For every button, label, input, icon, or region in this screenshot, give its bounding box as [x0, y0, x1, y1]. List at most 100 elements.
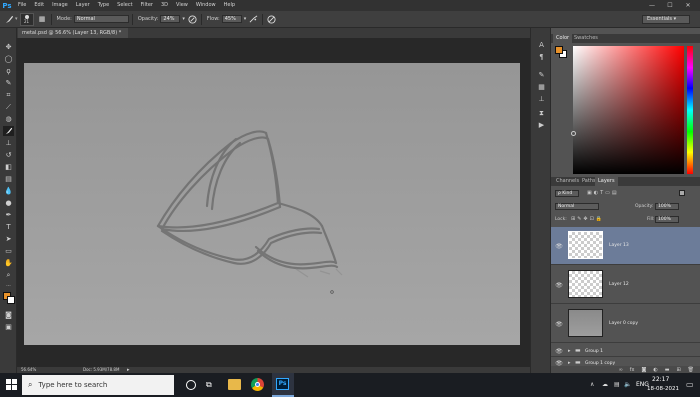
path-selection-tool-icon[interactable]: ➤: [3, 234, 14, 244]
flow-input[interactable]: 45%: [221, 15, 242, 23]
history-brush-tool-icon[interactable]: ↺: [3, 150, 14, 160]
adjustment-layer-icon[interactable]: ◐: [653, 367, 657, 373]
move-tool-icon[interactable]: ✥: [3, 42, 14, 52]
eyedropper-tool-icon[interactable]: ⟋: [3, 102, 14, 112]
menu-help[interactable]: Help: [220, 0, 239, 11]
close-window-button[interactable]: ✕: [680, 0, 696, 11]
menu-window[interactable]: Window: [192, 0, 220, 11]
brush-size-picker[interactable]: 21: [19, 12, 34, 26]
link-layers-icon[interactable]: ∞: [619, 367, 623, 373]
paragraph-panel-icon[interactable]: ¶: [536, 52, 547, 62]
color-picker-cursor[interactable]: [571, 131, 576, 136]
character-panel-icon[interactable]: A: [536, 40, 547, 50]
menu-type[interactable]: Type: [94, 0, 113, 11]
lock-options-icons[interactable]: ⊞✎✥⊡🔒: [571, 216, 604, 222]
hue-slider[interactable]: [687, 46, 693, 174]
layer-kind-filter[interactable]: ρ Kind: [555, 190, 579, 197]
opacity-input[interactable]: 24%: [160, 15, 181, 23]
notifications-icon[interactable]: ▭: [686, 380, 694, 389]
maximize-button[interactable]: ☐: [662, 0, 678, 11]
new-group-icon[interactable]: ▬: [665, 367, 670, 373]
crop-tool-icon[interactable]: ⌗: [3, 90, 14, 100]
color-picker-field[interactable]: [573, 46, 684, 174]
layer-filter-icons[interactable]: ▣◐T▭▤: [587, 190, 619, 196]
layer-opacity-input[interactable]: 100%: [655, 203, 679, 210]
network-icon[interactable]: ▤: [614, 381, 620, 388]
color-panel-foreground-swatch[interactable]: [555, 46, 563, 54]
opacity-slider-arrow-icon[interactable]: ▾: [182, 16, 185, 22]
layer-row[interactable]: 👁 Layer 0 copy: [551, 305, 700, 343]
healing-brush-tool-icon[interactable]: ◍: [3, 114, 14, 124]
menu-view[interactable]: View: [172, 0, 192, 11]
new-layer-icon[interactable]: ⊞: [676, 367, 680, 373]
minimize-button[interactable]: —: [644, 0, 660, 11]
cortana-icon[interactable]: [186, 380, 196, 390]
background-color-swatch[interactable]: [7, 296, 15, 304]
windows-start-icon[interactable]: [6, 379, 17, 390]
onedrive-icon[interactable]: ☁: [602, 381, 608, 388]
tab-channels[interactable]: Channels: [553, 177, 582, 186]
hidden-icons-chevron-icon[interactable]: ∧: [590, 381, 594, 388]
fill-input[interactable]: 100%: [655, 216, 679, 223]
brush-panel-icon[interactable]: ▦: [536, 82, 547, 92]
group-row[interactable]: 👁 ▸ ▬ Group 1: [551, 346, 700, 357]
brush-tool-icon[interactable]: [3, 126, 14, 136]
group-expand-icon[interactable]: ▸: [568, 348, 571, 354]
menu-3d[interactable]: 3D: [157, 0, 172, 11]
zoom-tool-icon[interactable]: ⌕: [3, 270, 14, 280]
menu-layer[interactable]: Layer: [72, 0, 94, 11]
task-view-icon[interactable]: ⧉: [206, 380, 212, 390]
type-tool-icon[interactable]: T: [3, 222, 14, 232]
visibility-eye-icon[interactable]: 👁: [555, 242, 563, 250]
photoshop-taskbar-button[interactable]: Ps: [272, 373, 294, 397]
menu-edit[interactable]: Edit: [30, 0, 48, 11]
clock-date[interactable]: 18-08-2021: [647, 386, 679, 392]
pressure-size-icon[interactable]: [266, 14, 277, 25]
gradient-tool-icon[interactable]: ▤: [3, 174, 14, 184]
add-mask-icon[interactable]: ◙: [641, 367, 646, 373]
clock-time[interactable]: 22:17: [652, 376, 669, 383]
quick-mask-icon[interactable]: ◙: [3, 310, 14, 320]
pen-tool-icon[interactable]: ✒: [3, 210, 14, 220]
marquee-tool-icon[interactable]: ◯: [3, 54, 14, 64]
workspace-switcher[interactable]: Essentials ▾: [642, 15, 690, 24]
flow-slider-arrow-icon[interactable]: ▾: [244, 16, 247, 22]
delete-layer-icon[interactable]: 🗑: [688, 367, 694, 373]
menu-filter[interactable]: Filter: [137, 0, 157, 11]
filter-toggle-icon[interactable]: [679, 190, 685, 196]
lasso-tool-icon[interactable]: ϙ: [3, 66, 14, 76]
screen-mode-icon[interactable]: ▣: [3, 322, 14, 332]
layer-style-icon[interactable]: fx: [630, 367, 635, 373]
hand-tool-icon[interactable]: ✋: [3, 258, 14, 268]
volume-icon[interactable]: 🔈: [624, 381, 631, 388]
visibility-eye-icon[interactable]: 👁: [555, 281, 563, 289]
taskbar-search-box[interactable]: ⌕ Type here to search: [22, 375, 174, 395]
brush-panel-toggle-icon[interactable]: ▦: [37, 14, 48, 25]
rectangle-tool-icon[interactable]: ▭: [3, 246, 14, 256]
visibility-eye-icon[interactable]: 👁: [555, 347, 563, 355]
actions-panel-icon[interactable]: ▶: [536, 120, 547, 130]
menu-file[interactable]: File: [14, 0, 30, 11]
menu-select[interactable]: Select: [113, 0, 136, 11]
layer-row[interactable]: 👁 Layer 12: [551, 266, 700, 304]
document-tab[interactable]: metal.psd @ 56.6% (Layer 13, RGB/8) * ×: [18, 28, 128, 46]
history-panel-icon[interactable]: ⧗: [536, 108, 547, 118]
clone-source-icon[interactable]: ⊥: [536, 94, 547, 104]
airbrush-icon[interactable]: [248, 14, 259, 25]
brush-tool-preset-icon[interactable]: [4, 14, 15, 25]
chrome-icon[interactable]: [251, 378, 264, 391]
layer-row[interactable]: 👁 Layer 13: [551, 227, 700, 265]
blend-mode-select[interactable]: Normal: [555, 203, 599, 210]
file-explorer-icon[interactable]: [228, 379, 241, 390]
clone-stamp-tool-icon[interactable]: ⊥: [3, 138, 14, 148]
edit-toolbar-icon[interactable]: ···: [3, 281, 14, 291]
dodge-tool-icon[interactable]: ●: [3, 198, 14, 208]
tab-swatches[interactable]: Swatches: [571, 34, 601, 43]
menu-image[interactable]: Image: [48, 0, 72, 11]
preset-dropdown-icon[interactable]: ▾: [15, 16, 18, 22]
tab-color[interactable]: Color: [553, 34, 573, 43]
quick-selection-tool-icon[interactable]: ✎: [3, 78, 14, 88]
tab-layers[interactable]: Layers: [595, 177, 618, 186]
blur-tool-icon[interactable]: 💧: [3, 186, 14, 196]
visibility-eye-icon[interactable]: 👁: [555, 320, 563, 328]
